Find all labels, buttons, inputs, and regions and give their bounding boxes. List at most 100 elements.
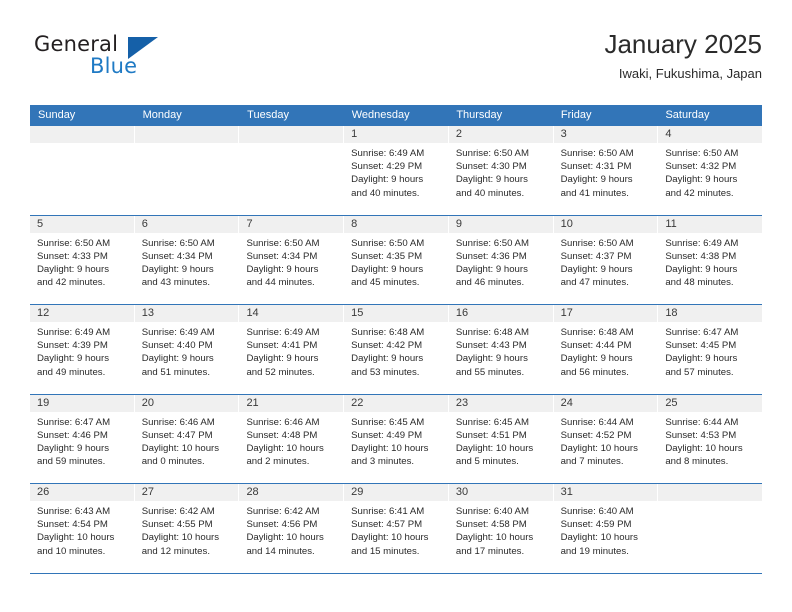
calendar-week-row: 19 Sunrise: 6:47 AM Sunset: 4:46 PM Dayligh… [30,394,763,484]
day-number: 7 [239,215,344,233]
page-header: General Blue January 2025 Iwaki, Fukushi… [30,28,762,90]
daylight-duration-line1: Daylight: 10 hours [37,532,115,544]
daylight-duration-line1: Daylight: 10 hours [455,442,534,454]
day-sun-info: Sunrise: 6:50 AM Sunset: 4:31 PM Daylight:… [554,143,658,200]
sunset-time: Sunset: 4:37 PM [560,250,632,262]
calendar-day-cell[interactable]: 10 Sunrise: 6:50 AM Sunset: 4:37 PM Dayligh… [553,215,659,304]
sunrise-time: Sunrise: 6:46 AM [141,416,215,428]
calendar-day-cell[interactable]: 24 Sunrise: 6:44 AM Sunset: 4:52 PM Dayligh… [553,394,659,483]
sunset-time: Sunset: 4:57 PM [351,519,423,531]
brand-name-general: General [34,32,119,56]
weekday-header-row: Sunday Monday Tuesday Wednesday Thursday… [30,105,762,126]
daylight-duration-line1: Daylight: 10 hours [455,532,534,544]
sunrise-time: Sunrise: 6:49 AM [351,148,425,159]
daylight-duration-line1: Daylight: 9 hours [455,263,528,275]
sunset-time: Sunset: 4:31 PM [560,161,632,173]
calendar-day-cell[interactable]: 25 Sunrise: 6:44 AM Sunset: 4:53 PM Dayligh… [658,394,763,483]
sunset-time: Sunset: 4:45 PM [665,340,737,352]
title-block: January 2025 Iwaki, Fukushima, Japan [604,28,762,84]
sunset-time: Sunset: 4:29 PM [351,161,423,173]
calendar-day-cell[interactable]: 6 Sunrise: 6:50 AM Sunset: 4:34 PM Daylight… [134,215,240,304]
calendar-day-cell[interactable]: 21 Sunrise: 6:46 AM Sunset: 4:48 PM Dayligh… [239,394,345,483]
daylight-duration-line1: Daylight: 9 hours [665,174,738,186]
daylight-duration-line1: Daylight: 9 hours [665,263,738,275]
calendar-day-cell[interactable]: 4 Sunrise: 6:50 AM Sunset: 4:32 PM Daylight… [658,126,763,215]
calendar-day-cell[interactable]: 22 Sunrise: 6:45 AM Sunset: 4:49 PM Dayligh… [344,394,449,483]
calendar-day-cell[interactable]: 27 Sunrise: 6:42 AM Sunset: 4:55 PM Dayligh… [134,484,240,573]
sunrise-time: Sunrise: 6:48 AM [351,327,425,338]
calendar-day-cell[interactable]: 30 Sunrise: 6:40 AM Sunset: 4:58 PM Dayligh… [448,484,554,573]
daylight-duration-line1: Daylight: 10 hours [246,532,324,544]
day-sun-info: Sunrise: 6:44 AM Sunset: 4:52 PM Daylight:… [554,412,658,469]
daylight-duration-line2: and 17 minutes. [455,545,525,557]
daylight-duration-line2: and 0 minutes. [141,456,205,468]
page-subtitle: Iwaki, Fukushima, Japan [618,66,762,81]
daylight-duration-line1: Daylight: 9 hours [351,174,424,186]
sunset-time: Sunset: 4:38 PM [665,250,737,262]
calendar-day-cell[interactable]: 15 Sunrise: 6:48 AM Sunset: 4:42 PM Dayligh… [344,305,449,394]
weekday-header-monday: Monday [142,109,182,121]
sunset-time: Sunset: 4:32 PM [665,161,737,173]
calendar-day-cell[interactable]: 2 Sunrise: 6:50 AM Sunset: 4:30 PM Daylight… [448,126,554,215]
sunset-time: Sunset: 4:53 PM [665,429,737,441]
calendar-day-cell[interactable]: 3 Sunrise: 6:50 AM Sunset: 4:31 PM Daylight… [553,126,659,215]
calendar-day-cell[interactable]: 31 Sunrise: 6:40 AM Sunset: 4:59 PM Dayligh… [553,484,659,573]
day-number: 25 [658,394,763,412]
calendar-day-cell[interactable]: 8 Sunrise: 6:50 AM Sunset: 4:35 PM Daylight… [344,215,449,304]
sunset-time: Sunset: 4:40 PM [141,340,213,352]
calendar-grid: Sunday Monday Tuesday Wednesday Thursday… [30,105,763,574]
calendar-day-cell[interactable]: 11 Sunrise: 6:49 AM Sunset: 4:38 PM Dayligh… [658,215,763,304]
calendar-day-cell[interactable]: 13 Sunrise: 6:49 AM Sunset: 4:40 PM Dayligh… [134,305,240,394]
sunrise-time: Sunrise: 6:46 AM [246,416,320,428]
daylight-duration-line2: and 14 minutes. [246,545,315,557]
calendar-day-cell[interactable]: 17 Sunrise: 6:48 AM Sunset: 4:44 PM Dayligh… [553,305,659,394]
day-sun-info: Sunrise: 6:49 AM Sunset: 4:29 PM Daylight:… [344,143,448,200]
calendar-day-cell[interactable]: 23 Sunrise: 6:45 AM Sunset: 4:51 PM Dayligh… [448,394,554,483]
calendar-day-cell[interactable]: 29 Sunrise: 6:41 AM Sunset: 4:57 PM Dayligh… [344,484,449,573]
daylight-duration-line1: Daylight: 10 hours [560,532,638,544]
weekday-header-friday: Friday [560,109,592,121]
calendar-day-cell[interactable]: 12 Sunrise: 6:49 AM Sunset: 4:39 PM Dayligh… [30,305,135,394]
calendar-day-cell[interactable]: 14 Sunrise: 6:49 AM Sunset: 4:41 PM Dayligh… [239,305,345,394]
calendar-day-cell[interactable]: 18 Sunrise: 6:47 AM Sunset: 4:45 PM Dayligh… [658,305,763,394]
sunrise-time: Sunrise: 6:48 AM [455,327,529,338]
calendar-day-cell[interactable]: 7 Sunrise: 6:50 AM Sunset: 4:34 PM Daylight… [239,215,345,304]
day-sun-info: Sunrise: 6:42 AM Sunset: 4:56 PM Daylight:… [239,501,343,558]
sunrise-time: Sunrise: 6:50 AM [560,148,634,159]
daylight-duration-line1: Daylight: 9 hours [560,263,633,275]
sunrise-time: Sunrise: 6:40 AM [455,506,529,517]
calendar-day-cell[interactable]: 20 Sunrise: 6:46 AM Sunset: 4:47 PM Dayligh… [134,394,240,483]
calendar-day-cell[interactable]: 28 Sunrise: 6:42 AM Sunset: 4:56 PM Dayligh… [239,484,345,573]
day-number [658,484,763,501]
sunrise-time: Sunrise: 6:50 AM [665,148,739,159]
sunrise-time: Sunrise: 6:50 AM [560,237,634,249]
daylight-duration-line1: Daylight: 9 hours [560,353,633,365]
day-number: 24 [553,394,658,412]
daylight-duration-line2: and 48 minutes. [665,277,734,289]
daylight-duration-line1: Daylight: 9 hours [560,174,633,186]
calendar-day-cell[interactable]: 26 Sunrise: 6:43 AM Sunset: 4:54 PM Dayligh… [30,484,135,573]
calendar-day-cell[interactable]: 1 Sunrise: 6:49 AM Sunset: 4:29 PM Daylight… [344,126,449,215]
daylight-duration-line2: and 10 minutes. [37,545,106,557]
weekday-header-wednesday: Wednesday [351,109,410,121]
calendar-day-cell[interactable]: 5 Sunrise: 6:50 AM Sunset: 4:33 PM Daylight… [30,215,135,304]
day-number: 28 [239,484,344,501]
sunrise-time: Sunrise: 6:49 AM [246,327,320,338]
calendar-day-cell[interactable]: 16 Sunrise: 6:48 AM Sunset: 4:43 PM Dayligh… [448,305,554,394]
daylight-duration-line1: Daylight: 9 hours [246,353,319,365]
calendar-day-cell[interactable]: 9 Sunrise: 6:50 AM Sunset: 4:36 PM Daylight… [448,215,554,304]
daylight-duration-line1: Daylight: 9 hours [246,263,319,275]
day-number: 4 [658,126,763,143]
sunset-time: Sunset: 4:47 PM [141,429,213,441]
day-number: 13 [134,305,239,322]
calendar-day-cell[interactable]: 19 Sunrise: 6:47 AM Sunset: 4:46 PM Dayligh… [30,394,135,483]
sunrise-time: Sunrise: 6:43 AM [37,506,111,517]
day-sun-info: Sunrise: 6:50 AM Sunset: 4:33 PM Daylight:… [30,233,134,290]
day-sun-info: Sunrise: 6:50 AM Sunset: 4:36 PM Daylight:… [449,233,553,290]
sunrise-time: Sunrise: 6:50 AM [246,237,320,249]
day-number: 10 [553,215,658,233]
sunrise-time: Sunrise: 6:44 AM [560,416,634,428]
sunrise-time: Sunrise: 6:42 AM [141,506,215,517]
day-sun-info: Sunrise: 6:49 AM Sunset: 4:40 PM Daylight:… [135,322,239,379]
day-sun-info: Sunrise: 6:46 AM Sunset: 4:48 PM Daylight:… [239,412,343,469]
